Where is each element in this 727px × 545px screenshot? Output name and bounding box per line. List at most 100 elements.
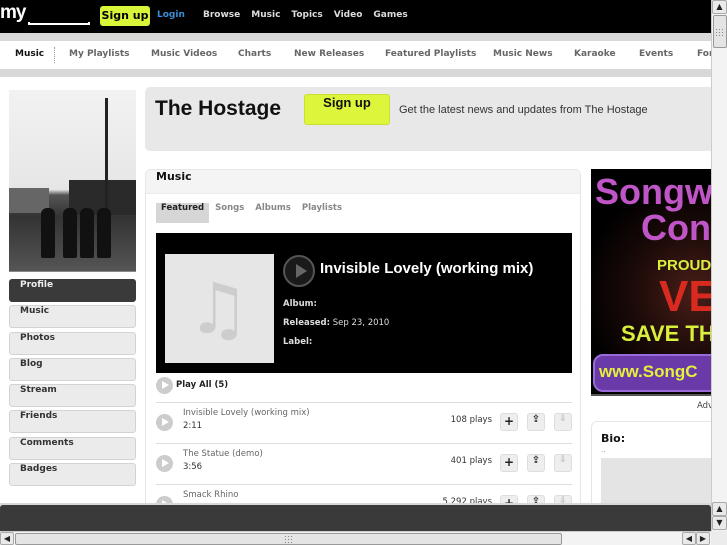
subnav-karaoke[interactable]: Karaoke — [574, 49, 616, 59]
music-subnav: Music My Playlists Music Videos Charts N… — [0, 41, 711, 69]
horizontal-scrollbar[interactable]: ◀ ◀ ▶ — [0, 531, 711, 545]
song-plays: 108 plays — [450, 415, 492, 425]
nav-video[interactable]: Video — [334, 10, 363, 20]
top-signup-button[interactable]: Sign up — [100, 6, 150, 26]
arrow-left-icon: ◀ — [3, 534, 11, 543]
artist-name: The Hostage — [155, 97, 282, 120]
share-icon: ⇪ — [531, 455, 541, 466]
song-title[interactable]: Invisible Lovely (working mix) — [183, 408, 310, 418]
song-title[interactable]: The Statue (demo) — [183, 449, 263, 459]
album-art: ♫ — [165, 254, 274, 363]
add-to-playlist-button[interactable]: + — [500, 454, 518, 472]
top-nav: Browse Music Topics Video Games — [203, 10, 408, 20]
scroll-left-button-end[interactable]: ◀ — [682, 532, 696, 545]
featured-song-title[interactable]: Invisible Lovely (working mix) — [320, 260, 533, 277]
site-logo[interactable]: my — [0, 2, 26, 24]
play-icon — [156, 377, 173, 394]
share-icon: ⇪ — [531, 414, 541, 425]
top-bar: my Sign up Login Browse Music Topics Vid… — [0, 0, 711, 33]
subnav-featured-playlists[interactable]: Featured Playlists — [385, 49, 476, 59]
subnav-new-releases[interactable]: New Releases — [294, 49, 364, 59]
scroll-right-button[interactable]: ▶ — [696, 532, 710, 545]
featured-released: Released: Sep 23, 2010 — [283, 318, 389, 328]
download-button[interactable]: ⇩ — [554, 413, 572, 431]
sidebar-item-profile[interactable]: Profile — [9, 279, 136, 302]
photo-person — [41, 208, 55, 258]
featured-album: Album: — [283, 299, 317, 309]
header-signup-button[interactable]: Sign up — [304, 94, 390, 125]
subnav-my-playlists[interactable]: My Playlists — [69, 49, 130, 59]
released-label: Released: — [283, 318, 331, 328]
profile-sidebar: Profile Music Photos Blog Stream Friends… — [9, 279, 136, 489]
song-play-button[interactable] — [156, 455, 173, 472]
song-title[interactable]: Smack Rhino — [183, 490, 238, 500]
share-button[interactable]: ⇪ — [527, 454, 545, 472]
sidebar-item-photos[interactable]: Photos — [9, 331, 136, 355]
horizontal-scroll-thumb[interactable] — [15, 533, 562, 545]
nav-games[interactable]: Games — [373, 10, 407, 20]
tab-featured[interactable]: Featured — [156, 203, 210, 223]
nav-browse[interactable]: Browse — [203, 10, 240, 20]
subnav-music[interactable]: Music — [15, 49, 44, 59]
play-all-label: Play All (5) — [176, 380, 229, 390]
subnav-charts[interactable]: Charts — [238, 49, 271, 59]
arrow-down-icon: ▼ — [716, 518, 723, 527]
scroll-up-button[interactable]: ▲ — [712, 0, 727, 14]
add-to-playlist-button[interactable]: + — [500, 413, 518, 431]
music-tabs: Featured Songs Albums Playlists — [156, 203, 348, 223]
photo-person — [80, 208, 94, 258]
tab-playlists[interactable]: Playlists — [297, 203, 347, 223]
browser-viewport: my Sign up Login Browse Music Topics Vid… — [0, 0, 711, 503]
sidebar-item-badges[interactable]: Badges — [9, 463, 136, 487]
arrow-right-icon: ▶ — [699, 534, 707, 543]
tab-songs[interactable]: Songs — [210, 203, 249, 223]
ad-text: VE — [659, 272, 711, 321]
scroll-left-button[interactable]: ◀ — [0, 532, 14, 545]
scroll-down-button[interactable]: ▼ — [712, 516, 727, 530]
arrow-up-icon: ▲ — [716, 504, 723, 513]
artist-header: The Hostage Sign up Get the latest news … — [145, 87, 711, 151]
tab-albums[interactable]: Albums — [250, 203, 296, 223]
song-plays: 5,292 plays — [442, 497, 492, 503]
sidebar-item-blog[interactable]: Blog — [9, 357, 136, 381]
login-link[interactable]: Login — [157, 10, 185, 20]
song-play-button[interactable] — [156, 496, 173, 503]
sidebar-item-comments[interactable]: Comments — [9, 436, 136, 460]
subnav-events[interactable]: Events — [639, 49, 673, 59]
song-plays: 401 plays — [450, 456, 492, 466]
share-button[interactable]: ⇪ — [527, 495, 545, 503]
vertical-scrollbar[interactable]: ▲ ▲ ▼ — [711, 0, 727, 531]
sidebar-item-friends[interactable]: Friends — [9, 410, 136, 434]
artist-photo[interactable] — [9, 90, 136, 272]
music-panel: Music Featured Songs Albums Playlists ♫ … — [145, 169, 581, 503]
download-icon: ⇩ — [559, 414, 567, 424]
plus-icon: + — [503, 414, 515, 428]
sidebar-item-music[interactable]: Music — [9, 305, 136, 329]
download-button[interactable]: ⇩ — [554, 495, 572, 503]
music-panel-title: Music — [146, 170, 580, 194]
song-duration: 2:11 — [183, 421, 203, 431]
download-icon: ⇩ — [559, 455, 567, 465]
download-icon: ⇩ — [559, 496, 567, 503]
sidebar-item-stream[interactable]: Stream — [9, 384, 136, 408]
song-duration: 3:56 — [183, 462, 203, 472]
subnav-music-news[interactable]: Music News — [493, 49, 553, 59]
vertical-scroll-thumb[interactable] — [713, 15, 727, 48]
subnav-music-videos[interactable]: Music Videos — [151, 49, 217, 59]
scroll-up-button-bottom[interactable]: ▲ — [712, 502, 727, 516]
nav-music[interactable]: Music — [251, 10, 280, 20]
bio-image — [601, 458, 711, 503]
nav-topics[interactable]: Topics — [291, 10, 322, 20]
song-play-button[interactable] — [156, 414, 173, 431]
advertisement-banner[interactable]: Songw Con PROUD S VE SAVE TH www.SongC — [591, 169, 711, 396]
share-button[interactable]: ⇪ — [527, 413, 545, 431]
song-row: The Statue (demo) 3:56 401 plays + ⇪ ⇩ — [156, 443, 572, 484]
arrow-up-icon: ▲ — [716, 2, 723, 11]
add-to-playlist-button[interactable]: + — [500, 495, 518, 503]
featured-play-button[interactable] — [283, 255, 315, 287]
signup-message: Get the latest news and updates from The… — [399, 104, 648, 116]
subnav-for[interactable]: For — [697, 49, 711, 59]
grip-icon — [715, 27, 725, 36]
download-button[interactable]: ⇩ — [554, 454, 572, 472]
ad-label: Adv — [697, 401, 711, 411]
